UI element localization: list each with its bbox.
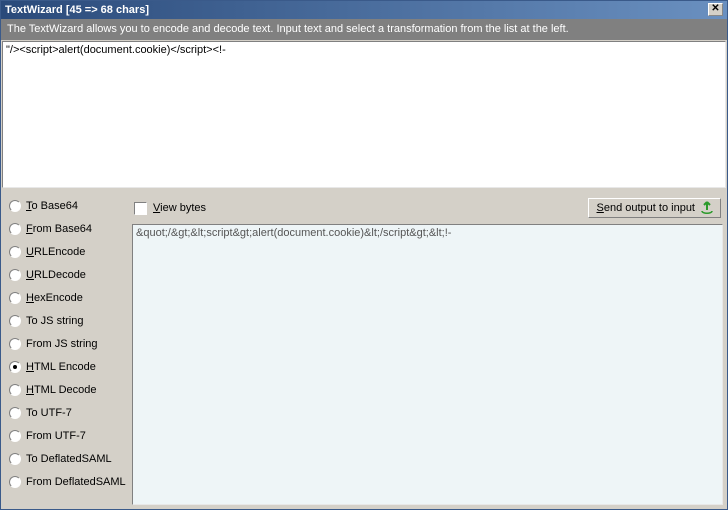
transform-label: From UTF-7 <box>26 430 86 442</box>
radio-icon <box>9 361 21 373</box>
output-textarea[interactable]: &quot;/&gt;&lt;script&gt;alert(document.… <box>132 224 723 505</box>
transform-label: HexEncode <box>26 292 83 304</box>
radio-icon <box>9 407 21 419</box>
transform-sidebar: To Base64 From Base64 URLEncode URLDecode He… <box>1 192 132 509</box>
radio-icon <box>9 223 21 235</box>
send-output-label: Send output to input <box>597 202 695 214</box>
radio-icon <box>9 384 21 396</box>
view-bytes-label: View bytes <box>153 202 206 214</box>
radio-icon <box>9 200 21 212</box>
transform-label: From JS string <box>26 338 98 350</box>
transform-radio-from-base64[interactable]: From Base64 <box>9 221 128 236</box>
view-bytes-checkbox[interactable]: View bytes <box>134 202 206 215</box>
transform-label: To JS string <box>26 315 83 327</box>
transform-radio-html-encode[interactable]: HTML Encode <box>9 359 128 374</box>
transform-radio-hexencode[interactable]: HexEncode <box>9 290 128 305</box>
transform-label: URLEncode <box>26 246 85 258</box>
transform-radio-from-utf-7[interactable]: From UTF-7 <box>9 428 128 443</box>
input-textarea[interactable] <box>2 41 726 188</box>
transform-radio-to-base64[interactable]: To Base64 <box>9 198 128 213</box>
radio-icon <box>9 292 21 304</box>
transform-radio-html-decode[interactable]: HTML Decode <box>9 382 128 397</box>
window-title: TextWizard [45 => 68 chars] <box>5 4 149 16</box>
send-output-button[interactable]: Send output to input <box>588 198 721 218</box>
input-wrapper <box>1 40 727 192</box>
close-icon[interactable]: ✕ <box>708 3 723 16</box>
transform-label: HTML Decode <box>26 384 97 396</box>
transform-radio-to-deflatedsaml[interactable]: To DeflatedSAML <box>9 451 128 466</box>
checkbox-icon <box>134 202 147 215</box>
radio-icon <box>9 476 21 488</box>
transform-label: To DeflatedSAML <box>26 453 112 465</box>
transform-label: To Base64 <box>26 200 78 212</box>
transform-label: From Base64 <box>26 223 92 235</box>
radio-icon <box>9 430 21 442</box>
radio-icon <box>9 315 21 327</box>
transform-radio-from-deflatedsaml[interactable]: From DeflatedSAML <box>9 474 128 489</box>
transform-label: HTML Encode <box>26 361 96 373</box>
transform-radio-from-js-string[interactable]: From JS string <box>9 336 128 351</box>
transform-radio-urlencode[interactable]: URLEncode <box>9 244 128 259</box>
transform-label: URLDecode <box>26 269 86 281</box>
title-bar: TextWizard [45 => 68 chars] ✕ <box>1 1 727 19</box>
radio-icon <box>9 338 21 350</box>
radio-icon <box>9 453 21 465</box>
radio-icon <box>9 246 21 258</box>
transform-label: To UTF-7 <box>26 407 72 419</box>
info-bar: The TextWizard allows you to encode and … <box>1 19 727 40</box>
transform-label: From DeflatedSAML <box>26 476 126 488</box>
send-arrow-icon <box>700 201 714 215</box>
transform-radio-to-js-string[interactable]: To JS string <box>9 313 128 328</box>
transform-radio-to-utf-7[interactable]: To UTF-7 <box>9 405 128 420</box>
transform-radio-urldecode[interactable]: URLDecode <box>9 267 128 282</box>
radio-icon <box>9 269 21 281</box>
output-toolbar: View bytes Send output to input <box>132 196 723 224</box>
